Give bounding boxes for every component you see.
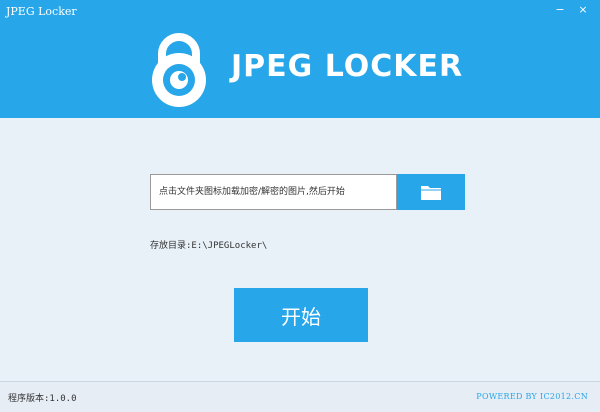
- save-directory: 存放目录:E:\JPEGLocker\: [150, 238, 267, 251]
- minimize-button[interactable]: −: [553, 3, 567, 17]
- powered-by-link[interactable]: POWERED BY IC2012.CN: [476, 392, 588, 401]
- footer: 程序版本:1.0.0 POWERED BY IC2012.CN: [0, 382, 600, 412]
- version-info: 程序版本:1.0.0: [8, 391, 77, 404]
- version-label: 程序版本:: [8, 394, 50, 404]
- header-banner: JPEG Locker − × JPEG LOCKER: [0, 0, 600, 118]
- save-directory-label: 存放目录:: [150, 241, 192, 251]
- window-title: JPEG Locker: [6, 5, 77, 18]
- app-window: JPEG Locker − × JPEG LOCKER 存放目录:E:\JPEG…: [0, 0, 600, 412]
- app-name: JPEG LOCKER: [231, 49, 464, 84]
- padlock-icon: [142, 32, 216, 108]
- file-path-box[interactable]: [150, 174, 397, 210]
- file-path-input[interactable]: [151, 175, 396, 209]
- close-button[interactable]: ×: [576, 3, 590, 17]
- browse-folder-button[interactable]: [397, 174, 465, 210]
- start-button[interactable]: 开始: [234, 288, 368, 342]
- version-number: 1.0.0: [49, 394, 77, 404]
- save-directory-path: E:\JPEGLocker\: [191, 241, 268, 251]
- folder-icon: [421, 185, 441, 200]
